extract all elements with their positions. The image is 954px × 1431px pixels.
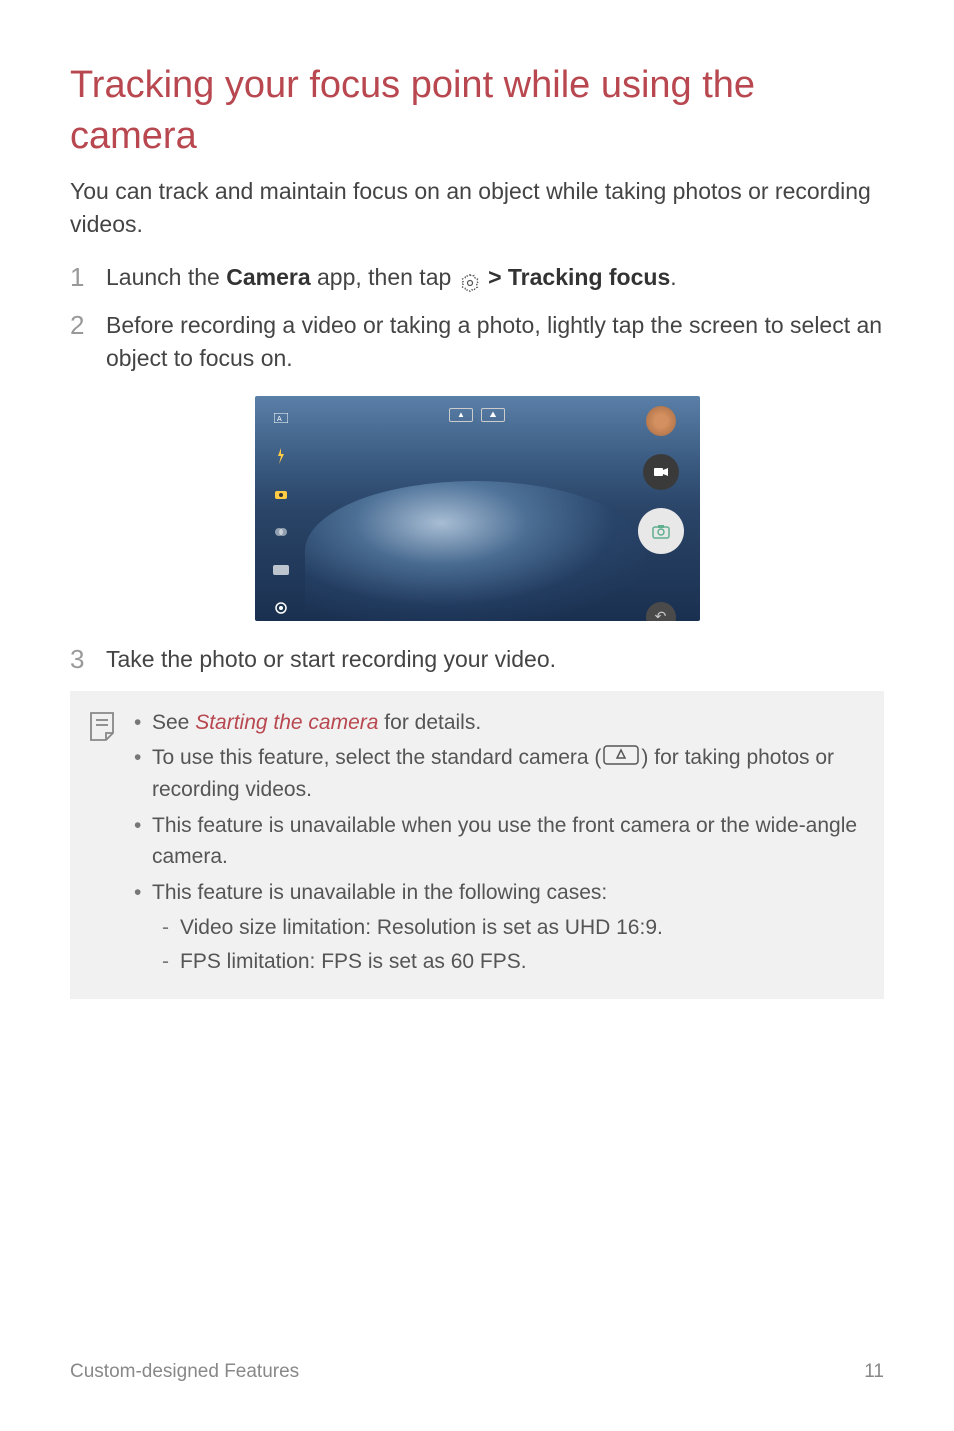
camera-mode-icon (273, 486, 289, 502)
record-button (643, 454, 679, 490)
note-item-3: This feature is unavailable when you use… (134, 810, 866, 873)
bold-tracking-focus: Tracking focus (508, 264, 670, 290)
step-3: 3 Take the photo or start recording your… (70, 643, 884, 677)
gallery-thumbnail (646, 406, 676, 436)
steps-list-continued: 3 Take the photo or start recording your… (70, 643, 884, 677)
note-box: See Starting the camera for details. To … (70, 691, 884, 1000)
step-2: 2 Before recording a video or taking a p… (70, 309, 884, 376)
steps-list: 1 Launch the Camera app, then tap > Trac… (70, 261, 884, 375)
text-segment: This feature is unavailable in the follo… (152, 881, 607, 904)
step-number: 2 (70, 309, 100, 376)
section-title: Tracking your focus point while using th… (70, 60, 884, 163)
camera-screenshot: A ▲ ⛰ ↶ (255, 396, 700, 621)
settings-icon (460, 269, 480, 289)
sub-list: Video size limitation: Resolution is set… (152, 912, 866, 977)
note-item-2: To use this feature, select the standard… (134, 742, 866, 806)
footer-page-number: 11 (864, 1361, 884, 1383)
switch-camera-button: ↶ (646, 602, 676, 621)
step-text: Take the photo or start recording your v… (106, 643, 556, 677)
text-segment: To use this feature, select the standard… (152, 746, 601, 769)
text-segment: Launch the (106, 264, 226, 290)
filter-icon (273, 524, 289, 540)
text-segment: app, then tap (311, 264, 458, 290)
svg-text:A: A (277, 416, 282, 423)
text-segment: . (670, 264, 676, 290)
intro-text: You can track and maintain focus on an o… (70, 175, 884, 242)
gt-symbol: > (488, 264, 501, 290)
footer-section-name: Custom-designed Features (70, 1361, 299, 1383)
bold-camera: Camera (226, 264, 310, 290)
wave-image (305, 481, 645, 621)
standard-lens-tab: ▲ (449, 408, 473, 422)
flash-icon (273, 448, 289, 464)
text-segment: for details. (378, 711, 481, 734)
camera-left-toolbar: A (273, 410, 289, 616)
aspect-icon: A (273, 410, 289, 426)
shutter-button (638, 508, 684, 554)
text-segment: See (152, 711, 195, 734)
sub-item-2: FPS limitation: FPS is set as 60 FPS. (152, 946, 866, 978)
note-content: See Starting the camera for details. To … (134, 707, 866, 982)
note-item-1: See Starting the camera for details. (134, 707, 866, 739)
step-1: 1 Launch the Camera app, then tap > Trac… (70, 261, 884, 295)
step-text: Before recording a video or taking a pho… (106, 309, 884, 376)
gear-icon (273, 600, 289, 616)
step-text: Launch the Camera app, then tap > Tracki… (106, 261, 677, 295)
page-footer: Custom-designed Features 11 (70, 1361, 884, 1383)
camera-right-controls: ↶ (638, 406, 684, 621)
note-icon (88, 711, 120, 982)
mode-icon (273, 562, 289, 578)
sub-item-1: Video size limitation: Resolution is set… (152, 912, 866, 944)
step-number: 3 (70, 643, 100, 677)
step-number: 1 (70, 261, 100, 295)
camera-lens-tabs: ▲ ⛰ (449, 408, 505, 422)
standard-camera-icon (603, 743, 639, 775)
link-starting-camera[interactable]: Starting the camera (195, 711, 378, 734)
note-item-4: This feature is unavailable in the follo… (134, 877, 866, 978)
wide-lens-tab: ⛰ (481, 408, 505, 422)
